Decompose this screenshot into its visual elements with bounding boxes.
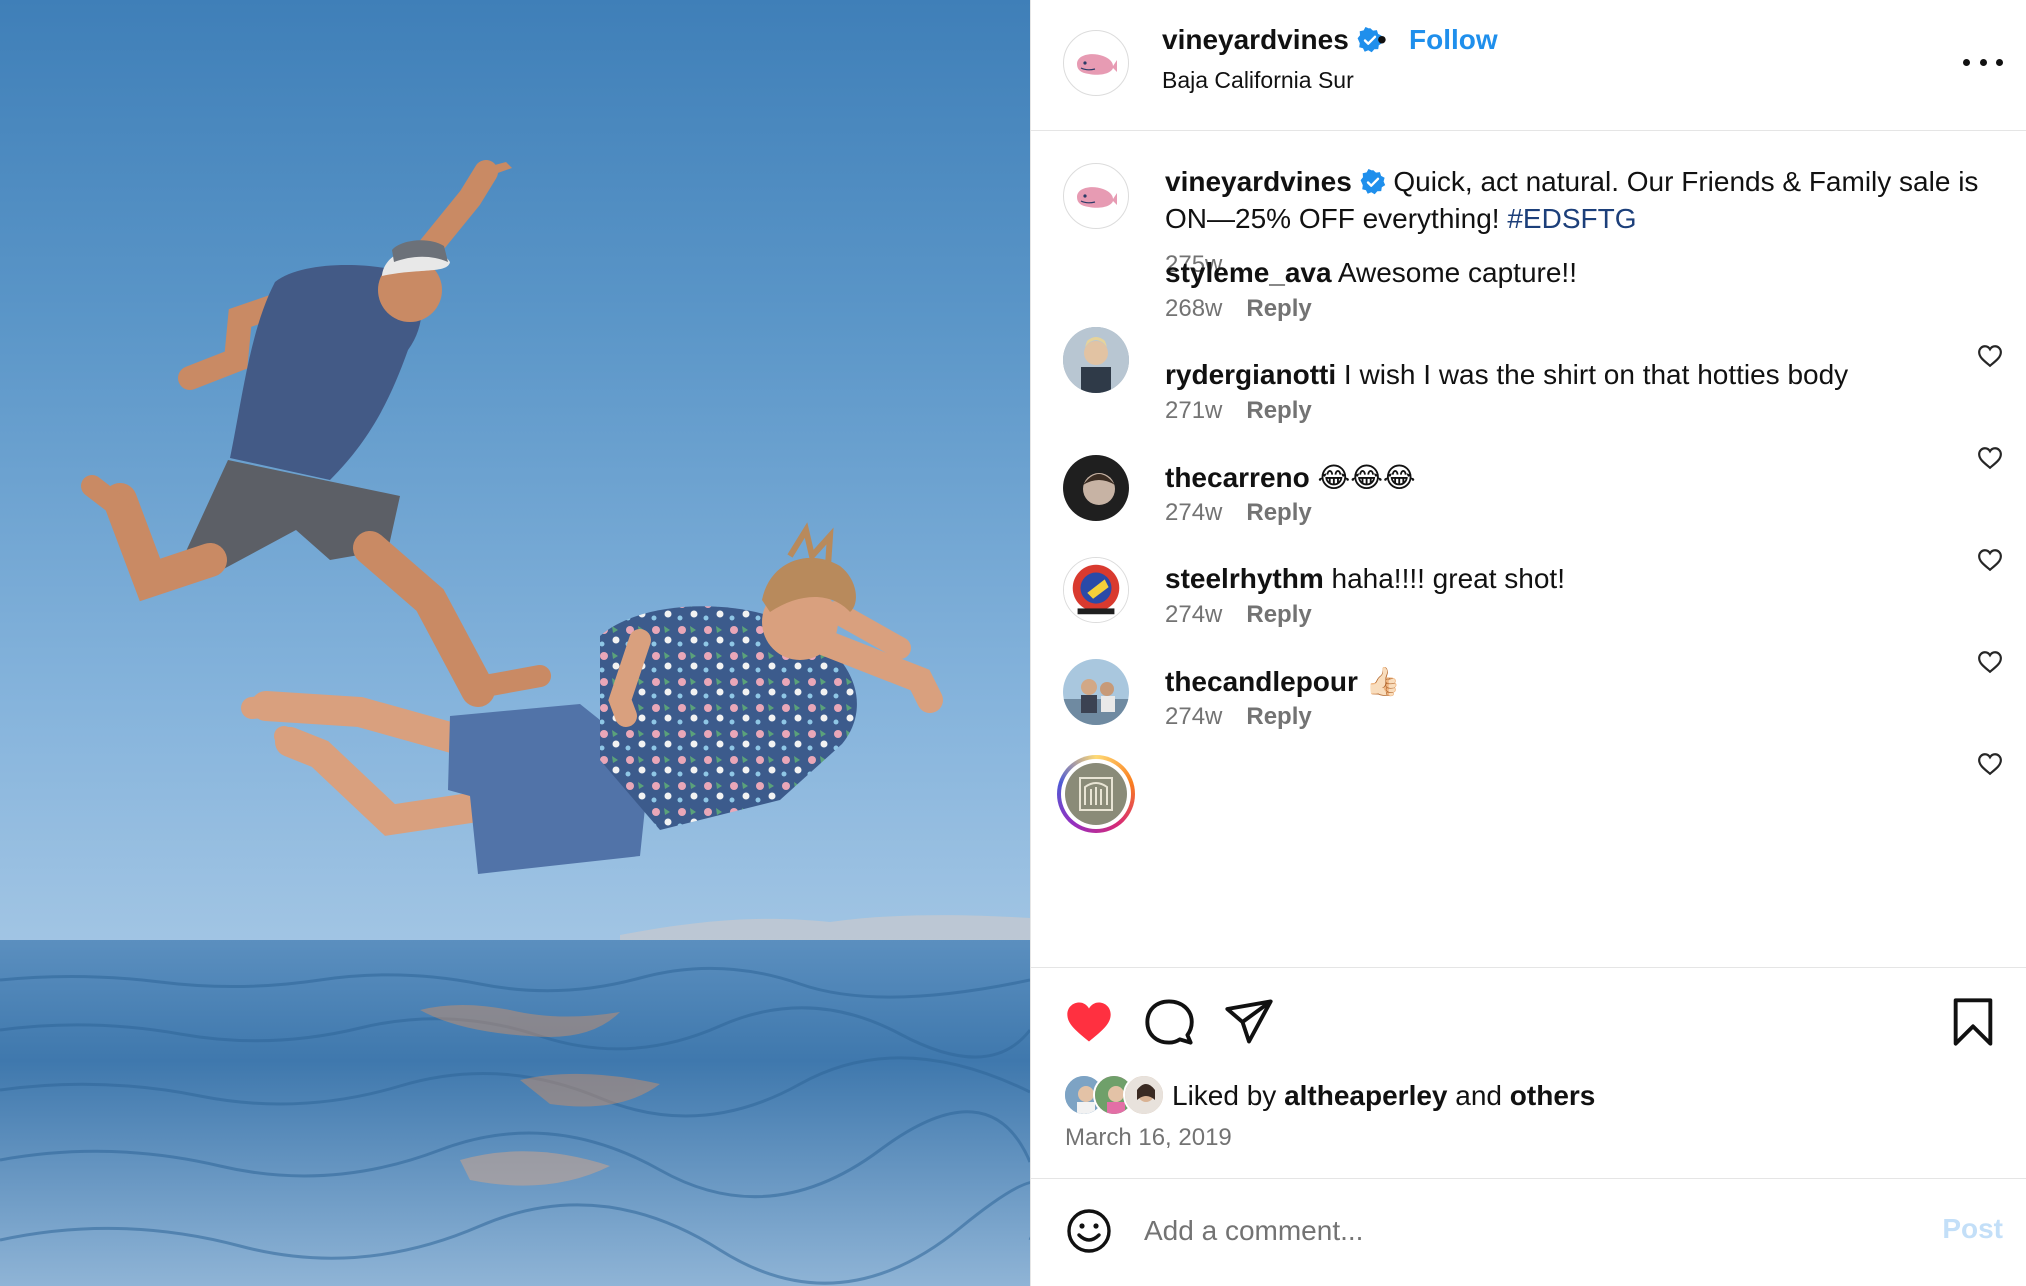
like-heart-icon[interactable] xyxy=(1063,996,1115,1048)
post-photo[interactable] xyxy=(0,0,1030,1286)
logo-badge-icon xyxy=(1064,558,1128,622)
comment-age[interactable]: 271w xyxy=(1165,397,1222,424)
comment-text: thecandlepour 👍🏻 xyxy=(1165,665,1401,698)
commenter-avatar[interactable] xyxy=(1065,763,1127,825)
person-photo-icon xyxy=(1125,1076,1163,1114)
reply-button[interactable]: Reply xyxy=(1246,703,1311,730)
reply-button[interactable]: Reply xyxy=(1246,295,1311,322)
comment-body: haha!!!! great shot! xyxy=(1331,563,1566,594)
comment-like-heart-icon[interactable] xyxy=(1977,751,2003,777)
liked-by-username[interactable]: altheaperley xyxy=(1284,1080,1447,1111)
caption-author-avatar[interactable] xyxy=(1063,163,1129,229)
comment-text: styleme_ava Awesome capture!! xyxy=(1165,257,1577,289)
comment-username[interactable]: thecandlepour xyxy=(1165,666,1358,697)
emoji-smile-icon[interactable] xyxy=(1065,1207,1113,1255)
comment-text: rydergianotti I wish I was the shirt on … xyxy=(1165,359,1848,391)
comment-text: thecarreno 😂😂😂 xyxy=(1165,461,1416,494)
comment-username[interactable]: styleme_ava xyxy=(1165,257,1332,288)
comment-meta: 274w Reply xyxy=(1165,499,1312,527)
liker-avatar[interactable] xyxy=(1123,1074,1165,1116)
comment-meta: 271w Reply xyxy=(1165,397,1312,425)
comment-username[interactable]: rydergianotti xyxy=(1165,359,1336,390)
comment-like-heart-icon[interactable] xyxy=(1977,547,2003,573)
caption-hashtag[interactable]: #EDSFTG xyxy=(1507,203,1636,234)
comment-meta: 268w Reply xyxy=(1165,295,1312,323)
more-options-icon[interactable] xyxy=(1963,42,2003,82)
comments-list: vineyardvines Quick, act natural. Our Fr… xyxy=(1031,131,2026,967)
whale-logo-icon xyxy=(1077,54,1117,75)
person-photo-icon xyxy=(1063,455,1129,521)
post-header: vineyardvines • Follow Baja California S… xyxy=(1031,0,2026,131)
caption-username[interactable]: vineyardvines xyxy=(1165,166,1352,197)
verified-badge-icon xyxy=(1360,169,1385,195)
comment-age[interactable]: 274w xyxy=(1165,499,1222,526)
post-location[interactable]: Baja California Sur xyxy=(1162,67,1354,94)
comment-like-heart-icon[interactable] xyxy=(1977,343,2003,369)
reply-button[interactable]: Reply xyxy=(1246,499,1311,526)
post-date[interactable]: March 16, 2019 xyxy=(1065,1124,1232,1152)
comment-username[interactable]: steelrhythm xyxy=(1165,563,1324,594)
comment-body: Awesome capture!! xyxy=(1337,257,1577,288)
post-details-pane: vineyardvines • Follow Baja California S… xyxy=(1030,0,2026,1286)
liked-by-prefix: Liked by xyxy=(1172,1080,1285,1111)
whale-logo-icon xyxy=(1077,187,1117,208)
comment-body: 👍🏻 xyxy=(1365,666,1401,697)
liked-by-others[interactable]: others xyxy=(1510,1080,1596,1111)
separator-dot: • xyxy=(1377,24,1387,55)
author-username[interactable]: vineyardvines xyxy=(1162,24,1383,56)
comment-text: steelrhythm haha!!!! great shot! xyxy=(1165,563,1565,595)
comment-bubble-icon[interactable] xyxy=(1143,996,1195,1048)
comment-meta: 274w Reply xyxy=(1165,703,1312,731)
share-paper-plane-icon[interactable] xyxy=(1223,996,1275,1048)
save-bookmark-icon[interactable] xyxy=(1947,996,1999,1048)
reply-button[interactable]: Reply xyxy=(1246,397,1311,424)
comment-like-heart-icon[interactable] xyxy=(1977,445,2003,471)
comment-input[interactable] xyxy=(1144,1209,1864,1253)
post-actions: Liked by altheaperley and others March 1… xyxy=(1031,967,2026,1179)
follow-button[interactable]: Follow xyxy=(1409,24,1498,56)
comment-age[interactable]: 274w xyxy=(1165,703,1222,730)
person-photo-icon xyxy=(1063,659,1129,725)
story-ring[interactable] xyxy=(1057,755,1135,833)
post-button[interactable]: Post xyxy=(1942,1213,2003,1245)
comment-body: I wish I was the shirt on that hotties b… xyxy=(1343,359,1849,390)
author-avatar[interactable] xyxy=(1063,30,1129,96)
liked-by-middle: and xyxy=(1447,1080,1510,1111)
comment-username[interactable]: thecarreno xyxy=(1165,462,1310,493)
commenter-avatar[interactable] xyxy=(1063,455,1129,521)
post-caption: vineyardvines Quick, act natural. Our Fr… xyxy=(1165,163,1985,237)
author-username-text[interactable]: vineyardvines xyxy=(1162,24,1349,55)
person-photo-icon xyxy=(1063,327,1129,393)
commenter-avatar[interactable] xyxy=(1063,327,1129,393)
liked-by-text: Liked by altheaperley and others xyxy=(1172,1080,1595,1112)
comment-like-heart-icon[interactable] xyxy=(1977,649,2003,675)
commenter-avatar[interactable] xyxy=(1063,557,1129,623)
comment-body: 😂😂😂 xyxy=(1317,462,1416,493)
comment-meta: 274w Reply xyxy=(1165,601,1312,629)
reply-button[interactable]: Reply xyxy=(1246,601,1311,628)
comment-age[interactable]: 268w xyxy=(1165,295,1222,322)
candle-logo-icon xyxy=(1079,777,1113,811)
photo-illustration xyxy=(0,160,1030,1286)
comment-age[interactable]: 274w xyxy=(1165,601,1222,628)
commenter-avatar[interactable] xyxy=(1063,659,1129,725)
add-comment-bar: Post xyxy=(1031,1179,2026,1286)
